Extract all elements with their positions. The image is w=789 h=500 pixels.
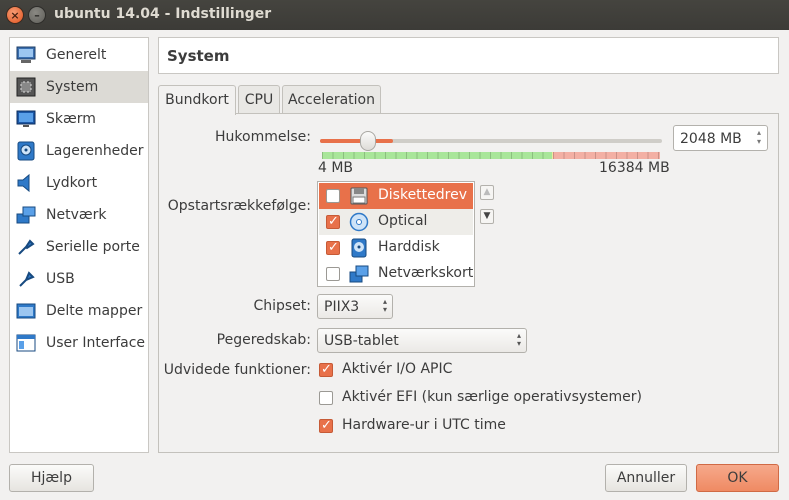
- spin-arrows-icon[interactable]: ▴ ▾: [753, 128, 765, 146]
- sidebar-item-serial-ports[interactable]: Serielle porte: [10, 231, 148, 263]
- boot-optical-checkbox[interactable]: [326, 214, 340, 229]
- audio-icon: [17, 173, 30, 193]
- io-apic-checkbox[interactable]: [319, 362, 333, 377]
- sidebar-item-user-interface[interactable]: User Interface: [10, 327, 148, 359]
- sidebar-item-label: User Interface: [46, 335, 146, 351]
- tab-acceleration[interactable]: Acceleration: [282, 85, 381, 114]
- minimize-window-button[interactable]: –: [28, 6, 46, 24]
- pointing-device-select[interactable]: USB-tablet ▴ ▾: [317, 328, 527, 353]
- extended-features-label: Udvidede funktioner:: [163, 362, 311, 378]
- page-title: System: [167, 47, 230, 65]
- move-up-button[interactable]: ▲: [480, 185, 494, 200]
- memory-scale-ticks: [322, 152, 660, 159]
- sidebar-item-label: Netværk: [46, 207, 107, 223]
- boot-item-label: Harddisk: [378, 239, 440, 255]
- tab-label: CPU: [244, 92, 274, 108]
- chipset-select[interactable]: PIIX3 ▴ ▾: [317, 294, 393, 319]
- sidebar-item-label: USB: [46, 271, 75, 287]
- sidebar-item-label: Lydkort: [46, 175, 98, 191]
- sidebar-item-usb[interactable]: USB: [10, 263, 148, 295]
- chipset-value: PIIX3: [324, 299, 360, 315]
- sidebar-item-display[interactable]: Skærm: [10, 103, 148, 135]
- help-button-label: Hjælp: [31, 470, 72, 486]
- sidebar-item-label: Lagerenheder: [46, 143, 144, 159]
- ok-button[interactable]: OK: [696, 464, 779, 492]
- memory-slider-handle[interactable]: [359, 131, 376, 151]
- settings-sidebar: Generelt System Skærm Lagerenheder Lydko…: [9, 37, 149, 453]
- network-card-icon: [349, 265, 369, 283]
- io-apic-label: Aktivér I/O APIC: [342, 361, 453, 377]
- tab-cpu[interactable]: CPU: [238, 85, 280, 114]
- boot-order-list: Diskettedrev Optical Harddisk Netværksko…: [317, 181, 475, 287]
- memory-max-label: 16384 MB: [599, 160, 670, 176]
- title-bar: × – ubuntu 14.04 - Indstillinger: [0, 0, 789, 30]
- sidebar-item-label: System: [46, 79, 99, 95]
- help-button[interactable]: Hjælp: [9, 464, 94, 492]
- floppy-icon: [350, 187, 368, 205]
- network-icon: [16, 206, 36, 224]
- move-down-button[interactable]: ▼: [480, 209, 494, 224]
- boot-item-label: Netværkskort: [378, 265, 474, 281]
- sidebar-item-general[interactable]: Generelt: [10, 39, 148, 71]
- utc-clock-label: Hardware-ur i UTC time: [342, 417, 506, 433]
- display-icon: [16, 110, 36, 127]
- memory-label: Hukommelse:: [215, 129, 311, 145]
- general-icon: [16, 46, 36, 63]
- updown-arrow-icon: ▴ ▾: [516, 331, 521, 348]
- serial-ports-icon: [18, 239, 35, 255]
- window-title: ubuntu 14.04 - Indstillinger: [54, 6, 272, 22]
- sidebar-item-system[interactable]: System: [10, 71, 148, 103]
- page-header: System: [158, 37, 779, 74]
- boot-floppy-checkbox[interactable]: [326, 189, 340, 203]
- optical-disc-icon: [349, 212, 369, 232]
- pointing-device-label: Pegeredskab:: [216, 332, 311, 348]
- chipset-label: Chipset:: [253, 298, 311, 314]
- sidebar-item-label: Skærm: [46, 111, 96, 127]
- utc-clock-checkbox[interactable]: [319, 418, 333, 433]
- hard-disk-icon: [351, 238, 367, 258]
- efi-label: Aktivér EFI (kun særlige operativsysteme…: [342, 389, 643, 405]
- sidebar-item-label: Delte mapper: [46, 303, 143, 319]
- boot-item-floppy[interactable]: Diskettedrev: [319, 183, 473, 209]
- memory-min-label: 4 MB: [318, 160, 354, 176]
- sidebar-item-storage[interactable]: Lagerenheder: [10, 135, 148, 167]
- boot-item-optical[interactable]: Optical: [319, 209, 473, 235]
- system-icon: [16, 77, 36, 97]
- sidebar-item-shared-folders[interactable]: Delte mapper: [10, 295, 148, 327]
- boot-harddisk-checkbox[interactable]: [326, 240, 340, 255]
- boot-item-label: Diskettedrev: [378, 187, 468, 203]
- memory-slider-fill: [320, 139, 393, 143]
- memory-spinbox[interactable]: 2048 MB ▴ ▾: [673, 125, 768, 151]
- sidebar-item-audio[interactable]: Lydkort: [10, 167, 148, 199]
- shared-folders-icon: [16, 303, 36, 319]
- storage-icon: [17, 141, 35, 161]
- boot-item-hard-disk[interactable]: Harddisk: [319, 235, 473, 261]
- sidebar-item-network[interactable]: Netværk: [10, 199, 148, 231]
- tab-label: Bundkort: [165, 92, 229, 108]
- boot-item-label: Optical: [378, 213, 428, 229]
- user-interface-icon: [16, 334, 36, 352]
- efi-checkbox[interactable]: [319, 391, 333, 405]
- sidebar-item-label: Generelt: [46, 47, 107, 63]
- tab-label: Acceleration: [288, 92, 375, 108]
- updown-arrow-icon: ▴ ▾: [382, 297, 387, 314]
- close-window-button[interactable]: ×: [6, 6, 24, 24]
- ok-button-label: OK: [727, 470, 748, 486]
- boot-order-label: Opstartsrækkefølge:: [167, 198, 311, 214]
- tab-motherboard[interactable]: Bundkort: [158, 85, 236, 115]
- sidebar-item-label: Serielle porte: [46, 239, 140, 255]
- pointing-device-value: USB-tablet: [324, 333, 399, 349]
- usb-icon: [19, 271, 35, 287]
- cancel-button-label: Annuller: [616, 470, 676, 486]
- boot-network-checkbox[interactable]: [326, 267, 340, 281]
- memory-value: 2048 MB: [680, 131, 742, 147]
- boot-item-network[interactable]: Netværkskort: [319, 261, 473, 287]
- cancel-button[interactable]: Annuller: [605, 464, 687, 492]
